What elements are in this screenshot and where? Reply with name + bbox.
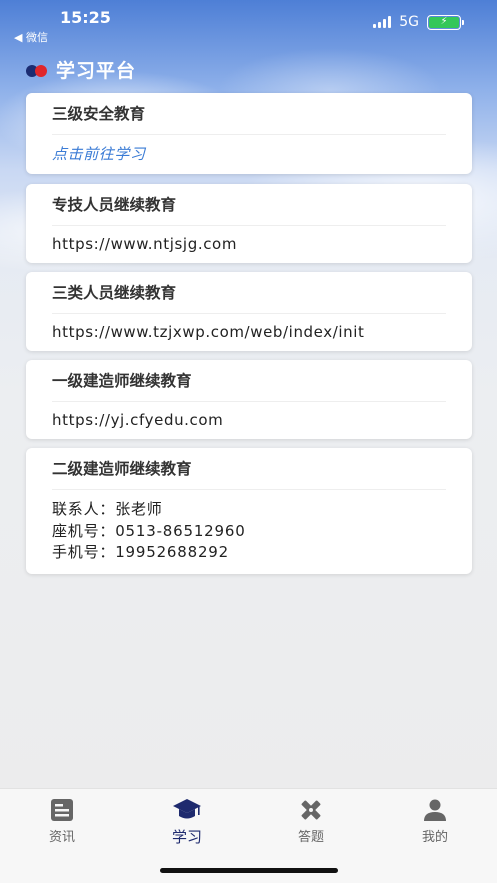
logo-icon (26, 63, 50, 77)
contact-mobile[interactable]: 手机号：19952688292 (52, 542, 446, 564)
card-professional-education[interactable]: 专技人员继续教育 https://www.ntjsjg.com (26, 184, 472, 263)
signal-icon (373, 16, 392, 28)
person-icon (395, 797, 475, 823)
status-time: 15:25 (60, 8, 111, 27)
tab-news[interactable]: 资讯 (22, 797, 102, 845)
tab-study[interactable]: 学习 (147, 797, 227, 847)
card-title: 二级建造师继续教育 (52, 448, 446, 490)
document-icon (22, 797, 102, 823)
go-study-link[interactable]: 点击前往学习 (52, 135, 446, 173)
card-url[interactable]: https://www.tzjxwp.com/web/index/init (52, 314, 446, 350)
network-label: 5G (399, 14, 419, 30)
card-safety-education[interactable]: 三级安全教育 点击前往学习 (26, 93, 472, 174)
card-first-class-constructor[interactable]: 一级建造师继续教育 https://yj.cfyedu.com (26, 360, 472, 439)
page-title: 学习平台 (56, 60, 137, 82)
card-title: 三级安全教育 (52, 93, 446, 135)
pencil-ruler-icon (271, 797, 351, 823)
card-title: 三类人员继续教育 (52, 272, 446, 314)
battery-icon: ⚡ (427, 14, 464, 30)
card-title: 专技人员继续教育 (52, 184, 446, 226)
back-to-wechat-link[interactable]: ◀ 微信 (14, 29, 48, 45)
tab-mine[interactable]: 我的 (395, 797, 475, 845)
contact-info: 联系人：张老师 座机号：0513-86512960 手机号：1995268829… (52, 490, 446, 564)
card-url[interactable]: https://www.ntjsjg.com (52, 226, 446, 262)
contact-landline[interactable]: 座机号：0513-86512960 (52, 521, 446, 543)
header: 学习平台 (26, 56, 136, 83)
card-url[interactable]: https://yj.cfyedu.com (52, 402, 446, 438)
card-three-types-education[interactable]: 三类人员继续教育 https://www.tzjxwp.com/web/inde… (26, 272, 472, 351)
tab-label: 答题 (297, 830, 324, 845)
home-indicator[interactable] (160, 868, 338, 873)
card-title: 一级建造师继续教育 (52, 360, 446, 402)
tab-label: 学习 (171, 828, 202, 846)
status-indicators: 5G ⚡ (373, 14, 464, 30)
card-second-class-constructor: 二级建造师继续教育 联系人：张老师 座机号：0513-86512960 手机号：… (26, 448, 472, 574)
tab-label: 资讯 (48, 830, 75, 845)
tab-quiz[interactable]: 答题 (271, 797, 351, 845)
tab-label: 我的 (421, 830, 448, 845)
contact-person: 联系人：张老师 (52, 500, 163, 518)
graduation-cap-icon (147, 797, 227, 823)
